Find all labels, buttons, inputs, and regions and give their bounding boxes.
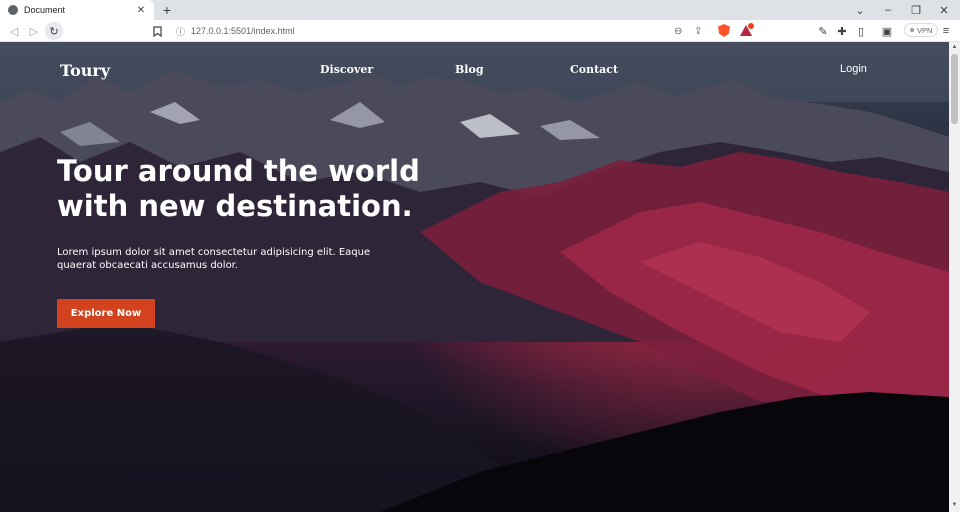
new-tab-button[interactable]: + — [160, 1, 174, 19]
mountain-landscape-image — [0, 42, 949, 512]
restore-button[interactable]: ❐ — [902, 0, 930, 20]
vpn-button[interactable]: VPN — [904, 23, 939, 37]
login-link[interactable]: Login — [840, 63, 867, 75]
browser-tab[interactable]: Document ✕ — [0, 0, 154, 20]
share-icon[interactable]: ⇪ — [694, 22, 702, 40]
hero-title: Tour around the world with new destinati… — [57, 154, 420, 223]
tab-close-icon[interactable]: ✕ — [134, 5, 148, 16]
site-navbar: Toury Discover Blog Contact Login — [0, 42, 949, 98]
nav-contact[interactable]: Contact — [570, 63, 618, 76]
page-viewport: Toury Discover Blog Contact Login Tour a… — [0, 42, 949, 512]
tab-search-icon[interactable]: ⌄ — [846, 0, 874, 20]
url-text[interactable]: 127.0.0.1:5501/index.html — [191, 26, 295, 36]
wallet-icon[interactable]: ▣ — [878, 22, 896, 40]
tab-title: Document — [24, 5, 66, 15]
reload-icon[interactable]: ↻ — [45, 22, 63, 40]
customize-icon[interactable]: ✎ — [814, 22, 832, 40]
globe-icon — [8, 5, 18, 15]
close-window-button[interactable]: ✕ — [930, 0, 958, 20]
hero-description: Lorem ipsum dolor sit amet consectetur a… — [57, 247, 371, 271]
nav-discover[interactable]: Discover — [320, 63, 373, 76]
scroll-up-arrow-icon[interactable]: ▲ — [949, 44, 960, 52]
rewards-badge — [748, 23, 754, 29]
scroll-thumb[interactable] — [951, 54, 958, 124]
vpn-status-icon — [910, 28, 914, 32]
page-scrollbar[interactable]: ▲ ▼ — [949, 42, 960, 512]
zoom-icon[interactable]: ⊖ — [674, 22, 682, 40]
forward-icon[interactable]: ▷ — [25, 22, 43, 40]
back-icon[interactable]: ◁ — [5, 22, 23, 40]
bookmark-icon[interactable] — [148, 22, 166, 40]
address-bar[interactable]: ⓘ 127.0.0.1:5501/index.html ⊖ ⇪ — [168, 22, 760, 40]
nav-blog[interactable]: Blog — [455, 63, 484, 76]
site-logo[interactable]: Toury — [60, 61, 110, 80]
explore-now-button[interactable]: Explore Now — [57, 299, 155, 328]
scroll-down-arrow-icon[interactable]: ▼ — [949, 502, 960, 510]
minimize-button[interactable]: – — [874, 0, 902, 20]
browser-toolbar: ◁ ▷ ↻ ⓘ 127.0.0.1:5501/index.html ⊖ ⇪ ✎ … — [0, 20, 960, 42]
site-info-icon[interactable]: ⓘ — [176, 25, 185, 38]
vpn-label: VPN — [917, 25, 933, 35]
extensions-icon[interactable]: ✚ — [833, 22, 851, 40]
menu-icon[interactable]: ≡ — [937, 22, 955, 40]
sidebar-icon[interactable]: ▯ — [852, 22, 870, 40]
tab-strip: Document ✕ + ⌄ – ❐ ✕ — [0, 0, 960, 20]
